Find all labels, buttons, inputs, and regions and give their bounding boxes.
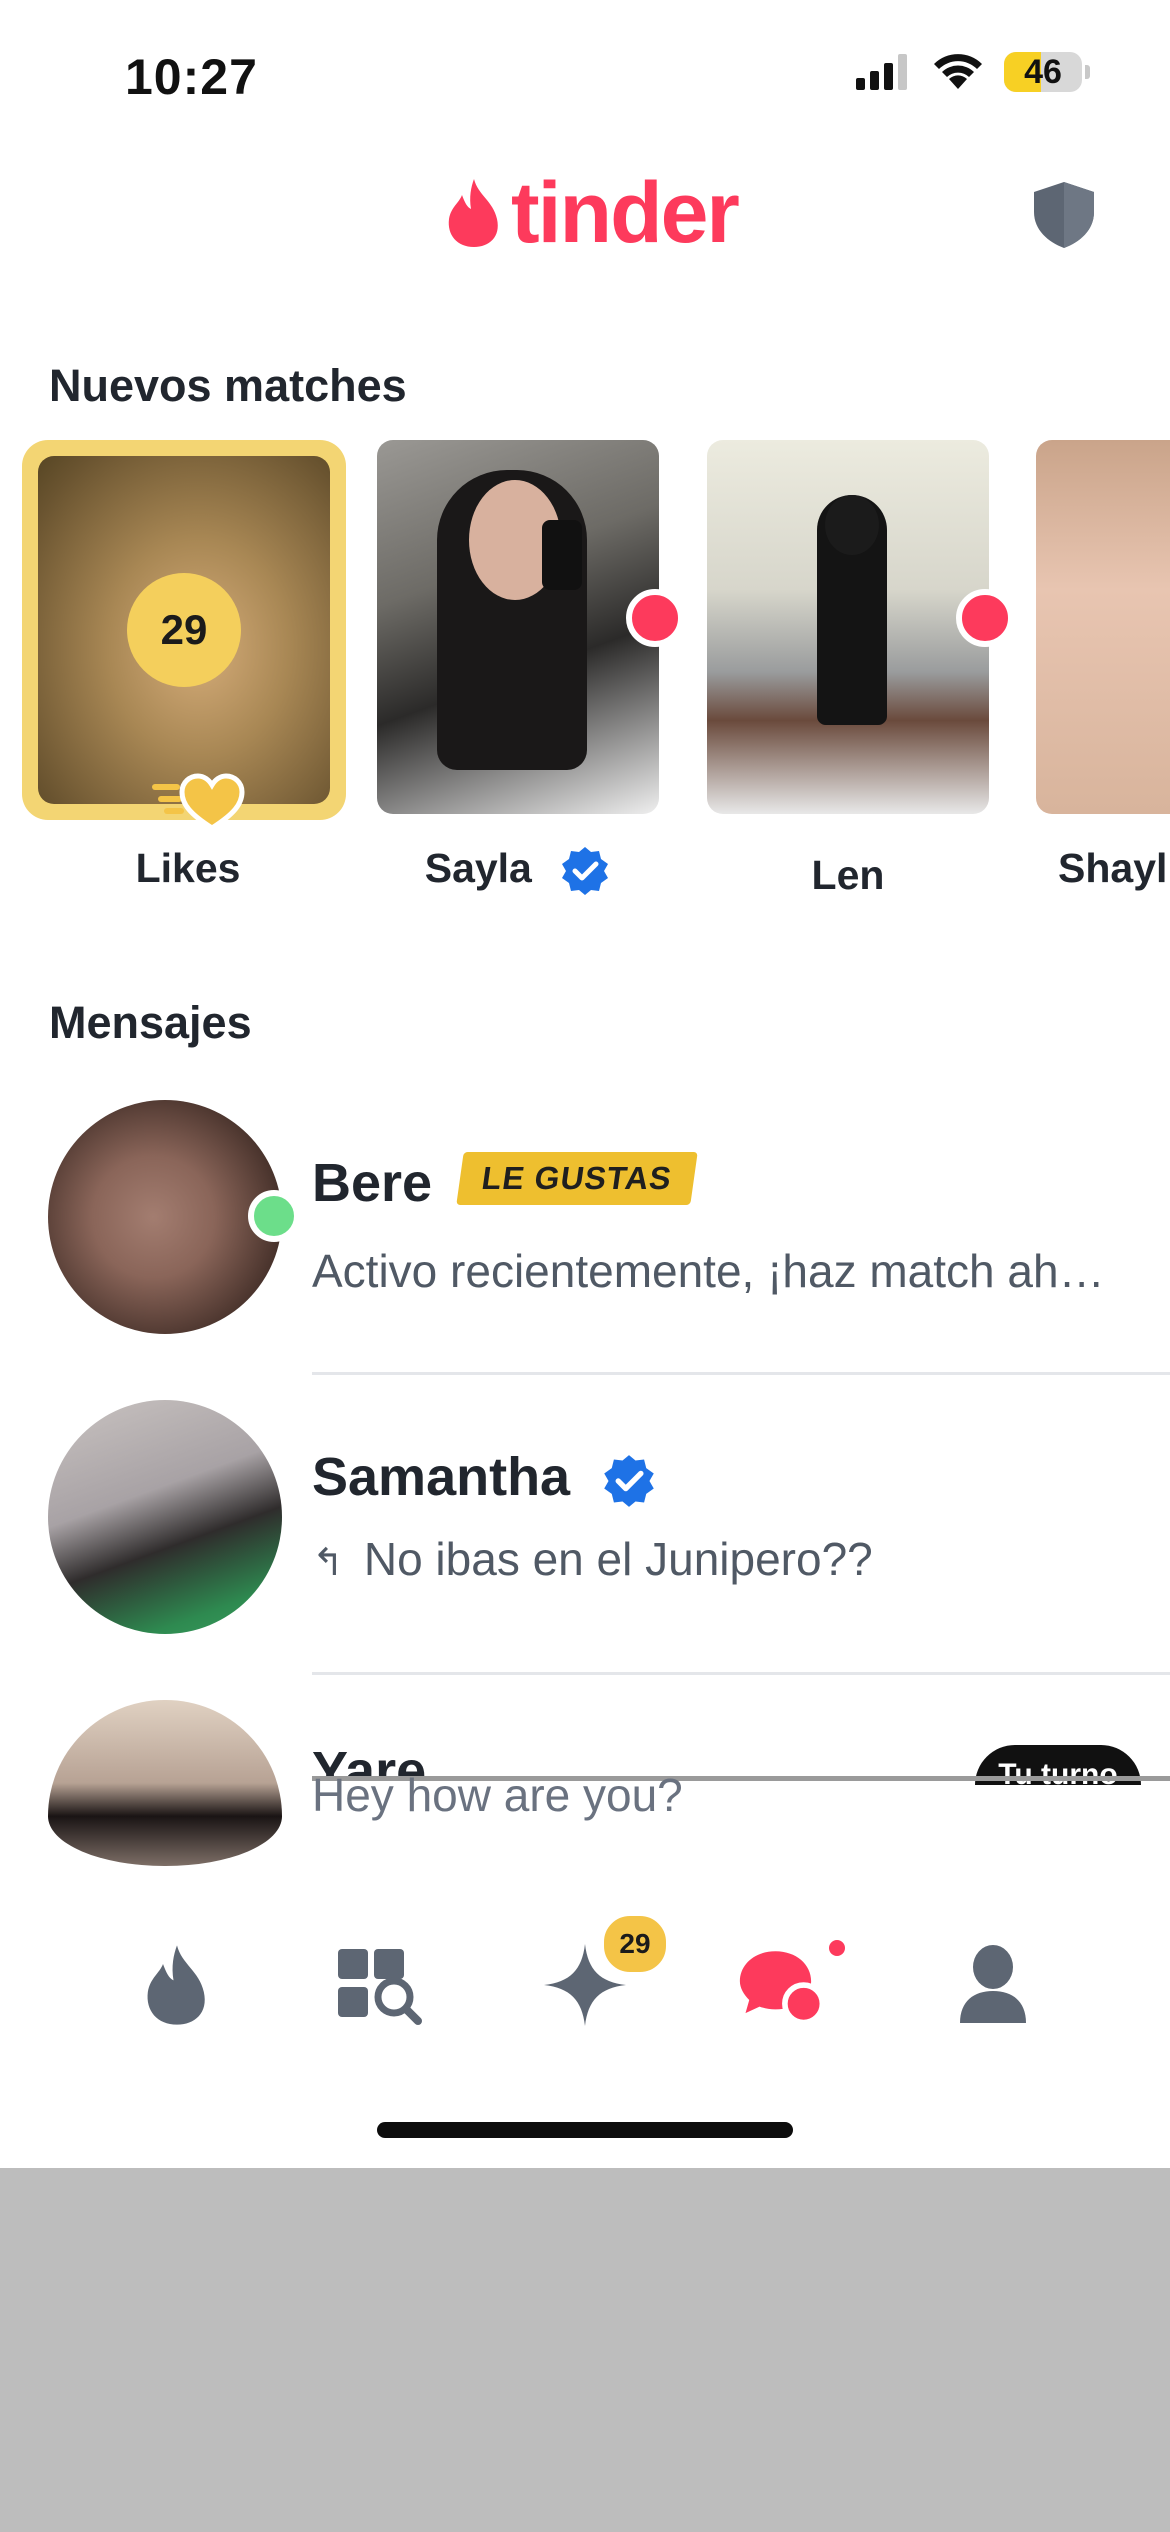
message-preview: Hey how are you? <box>312 1769 683 1821</box>
flame-logo-icon <box>448 179 498 247</box>
tab-explore[interactable] <box>334 1940 424 2030</box>
divider <box>312 1372 1170 1375</box>
messages-title: Mensajes <box>49 997 252 1048</box>
message-preview: No ibas en el Junipero?? <box>363 1533 873 1585</box>
verified-badge-icon <box>604 1454 654 1507</box>
conversation-name: Samantha <box>312 1447 571 1507</box>
conversation-name: Bere <box>312 1153 433 1213</box>
conversation-name-row: Samantha <box>312 1446 657 1509</box>
explore-icon <box>338 1949 422 2025</box>
le-gustas-badge: LE GUSTAS <box>456 1152 698 1205</box>
likes-label: Likes <box>135 845 241 891</box>
new-message-dot <box>829 1940 845 1956</box>
chat-icon <box>739 1951 826 2026</box>
avatar[interactable] <box>48 1100 282 1334</box>
battery-level: 46 <box>1024 53 1062 91</box>
status-time: 10:27 <box>125 49 258 105</box>
match-card-shayl[interactable] <box>1036 440 1170 814</box>
new-matches-carousel[interactable]: 29 Likes Sayla Len Shayl <box>0 440 1170 900</box>
likes-count-badge: 29 <box>600 1912 670 1976</box>
likes-count: 29 <box>127 573 241 687</box>
match-name-len: Len <box>811 852 885 898</box>
match-name-sayla: Sayla <box>377 845 659 897</box>
match-name-text: Sayla <box>424 845 532 891</box>
status-icons: 46 <box>856 52 1090 92</box>
tab-home[interactable] <box>132 1940 222 2030</box>
tinder-logo: tinder <box>445 165 740 261</box>
battery-icon: 46 <box>1004 52 1082 92</box>
shield-icon <box>1034 182 1094 248</box>
safety-shield-button[interactable] <box>1032 180 1096 255</box>
online-indicator <box>248 1190 300 1242</box>
divider <box>312 1672 1170 1675</box>
tab-messages[interactable] <box>738 1940 828 2030</box>
match-card-sayla[interactable] <box>377 440 659 814</box>
signal-icon <box>856 54 907 90</box>
verified-badge-icon <box>562 847 609 896</box>
home-indicator <box>377 2122 793 2138</box>
match-name-shayl: Shayl <box>1058 845 1168 891</box>
logo-text: tinder <box>511 165 740 261</box>
likes-blurred-preview: 29 <box>38 456 330 804</box>
profile-icon <box>960 1945 1026 2023</box>
likes-card[interactable]: 29 <box>22 440 346 831</box>
message-preview-row: ↰ No ibas en el Junipero?? <box>312 1532 873 1586</box>
gold-heart-icon <box>152 773 245 831</box>
tab-profile[interactable] <box>948 1940 1038 2030</box>
new-match-dot <box>626 589 684 647</box>
battery-cap <box>1085 65 1090 79</box>
app-screen: 10:27 46 tinder Nuevos matches 29 Likes … <box>0 0 1170 2168</box>
new-matches-title: Nuevos matches <box>49 360 407 411</box>
message-preview: Activo recientemente, ¡haz match ah… <box>312 1245 1105 1297</box>
match-card-len[interactable] <box>707 440 989 814</box>
reply-icon: ↰ <box>312 1542 344 1584</box>
new-match-dot <box>956 589 1014 647</box>
wifi-icon <box>934 54 982 89</box>
flame-icon <box>147 1945 205 2025</box>
avatar[interactable] <box>48 1400 282 1634</box>
